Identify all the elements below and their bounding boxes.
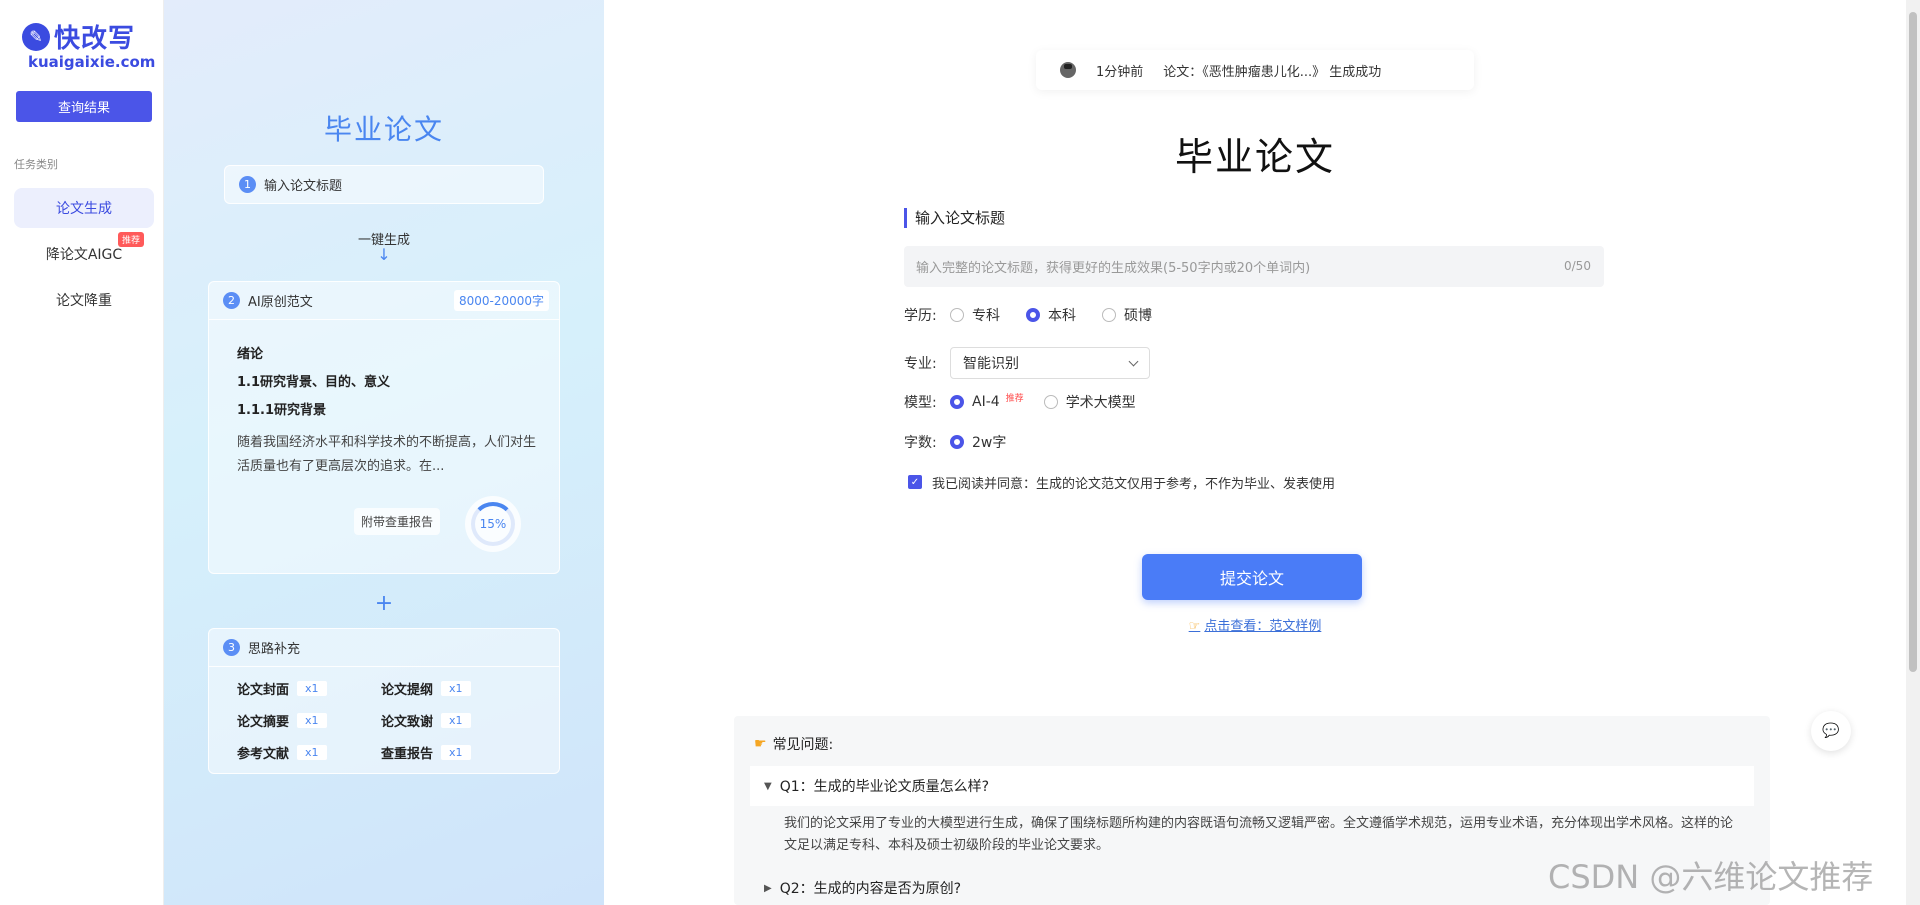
main-content: 1分钟前 论文：《恶性肿瘤患儿化...》 生成成功 毕业论文 输入论文标题 输入… [604,0,1906,905]
word-count-label: 字数: [904,435,937,451]
toast-message: 论文：《恶性肿瘤患儿化...》 生成成功 [1163,64,1382,80]
sidebar-item-label: 降论文AIGC [45,247,123,263]
logo-subtitle: kuaigaixie.com [28,53,156,71]
report-label: 附带查重报告 [354,508,441,535]
scroll-thumb[interactable] [1909,12,1917,672]
success-toast: 1分钟前 论文：《恶性肿瘤患儿化...》 生成成功 [1036,50,1474,90]
step-label: 输入论文标题 [264,179,343,194]
sidebar-item-thesis-generation[interactable]: 论文生成 [14,188,154,228]
avatar [1060,62,1076,78]
thesis-title-input[interactable]: 输入完整的论文标题，获得更好的生成效果(5-50字内或20个单词内) [904,246,1604,287]
faq-question-1[interactable]: ▼ Q1：生成的毕业论文质量怎么样? [750,766,1754,806]
radio-icon [950,395,964,409]
step-number: 1 [239,176,256,193]
extra-item: 参考文献 x1 [237,741,381,763]
title-section-label: 输入论文标题 [904,208,1005,228]
major-value: 智能识别 [963,356,1019,372]
chevron-down-icon [1128,356,1139,366]
step-2-box: 2 AI原创范文 8000-20000字 绪论 1.1研究背景、目的、意义 1.… [208,281,560,574]
sidebar-item-label: 论文降重 [56,293,112,309]
char-counter: 0/50 [1564,259,1591,273]
page-title: 毕业论文 [1174,135,1335,179]
extra-item: 论文提纲 x1 [381,677,525,699]
step-3-box: 3 思路补充 论文封面 x1 论文提纲 x1 论文摘要 x1 论文致谢 x1 参考文献 x… [208,628,560,774]
step-number: 2 [223,292,240,309]
education-option-master[interactable]: 硕博 [1102,305,1152,325]
word-count-row: 字数: 2w字 [904,431,1032,453]
agreement-row: ✓ 我已阅读并同意：生成的论文范文仅用于参考，不作为毕业、发表使用 [904,471,1335,493]
word-count-option[interactable]: 2w字 [950,432,1006,452]
education-row: 学历: 专科 本科 硕博 [904,304,1178,326]
faq-heading: ☛ 常见问题: [754,736,834,753]
radio-icon [1043,395,1058,409]
model-option-ai4[interactable]: AI-4 [950,394,1000,410]
promo-panel: 毕业论文 1 输入论文标题 一键生成 ↓ 2 AI原创范文 8000-20000… [164,0,604,905]
agreement-checkbox[interactable]: ✓ [908,475,922,489]
model-row: 模型: AI-4 推荐 学术大模型 [904,391,1162,413]
word-count-badge: 8000-20000字 [453,290,549,311]
agreement-text: 我已阅读并同意：生成的论文范文仅用于参考，不作为毕业、发表使用 [932,476,1336,492]
step-label: 思路补充 [248,642,301,657]
model-option-academic[interactable]: 学术大模型 [1043,392,1136,412]
extra-item: 论文封面 x1 [237,677,381,699]
sidebar: ✎ 快改写 kuaigaixie.com 查询结果 任务类别 论文生成 降论文A… [0,0,164,905]
chat-icon[interactable]: 💬 [1811,711,1851,751]
model-label: 模型: [904,395,937,411]
step-number: 3 [223,639,240,656]
hand-icon: ☛ [754,736,767,752]
query-results-button[interactable]: 查询结果 [16,91,152,122]
recommend-badge: 推荐 [1005,393,1024,404]
report-percent: 15% [471,502,515,546]
pointing-hand-icon: ☞ [1188,619,1201,634]
faq-answer-1: 我们的论文采用了专业的大模型进行生成，确保了围绕标题所构建的内容既语句流畅又逻辑… [784,816,1734,853]
submit-thesis-button[interactable]: 提交论文 [1142,554,1362,600]
extra-item: 论文摘要 x1 [237,709,381,731]
radio-icon [950,308,964,322]
watermark: CSDN @六维论文推荐 [1548,858,1874,896]
arrow-down-icon: ↓ [377,245,391,264]
caret-right-icon: ▶ [764,882,772,894]
step-label: AI原创范文 [248,295,313,310]
sidebar-item-label: 论文生成 [56,201,112,217]
outline-line: 绪论 [237,347,264,362]
radio-icon [950,435,964,449]
sidebar-item-reduce-duplication[interactable]: 论文降重 [14,280,154,320]
major-row: 专业: 智能识别 [904,347,1150,379]
radio-icon [1026,308,1040,322]
education-option-junior[interactable]: 专科 [950,305,1000,325]
outline-line: 1.1研究背景、目的、意义 [237,375,391,390]
education-label: 学历: [904,308,937,324]
recommend-badge: 推荐 [117,232,144,247]
toast-time: 1分钟前 [1096,64,1144,80]
extra-item: 论文致谢 x1 [381,709,525,731]
sample-paragraph: 随着我国经济水平和科学技术的不断提高，人们对生活质量也有了更高层次的追求。在..… [237,435,537,474]
task-category-label: 任务类别 [14,158,58,171]
major-select[interactable]: 智能识别 [950,347,1150,379]
education-option-bachelor[interactable]: 本科 [1026,305,1076,325]
logo[interactable]: ✎ 快改写 kuaigaixie.com [22,18,156,71]
promo-title: 毕业论文 [323,113,444,146]
outline-line: 1.1.1研究背景 [237,403,327,418]
sidebar-item-reduce-aigc[interactable]: 降论文AIGC 推荐 [14,232,154,274]
major-label: 专业: [904,356,937,372]
step-1-box: 1 输入论文标题 [224,165,544,204]
logo-text: 快改写 [54,24,136,54]
logo-icon: ✎ [22,22,50,51]
scrollbar[interactable] [1906,0,1920,905]
extra-item: 查重报告 x1 [381,741,525,763]
report-progress: 15% [465,496,521,552]
radio-icon [1102,308,1116,322]
sample-link[interactable]: ☞ 点击查看：范文样例 [604,615,1906,634]
caret-down-icon: ▼ [764,780,772,792]
plus-icon: + [374,591,394,616]
